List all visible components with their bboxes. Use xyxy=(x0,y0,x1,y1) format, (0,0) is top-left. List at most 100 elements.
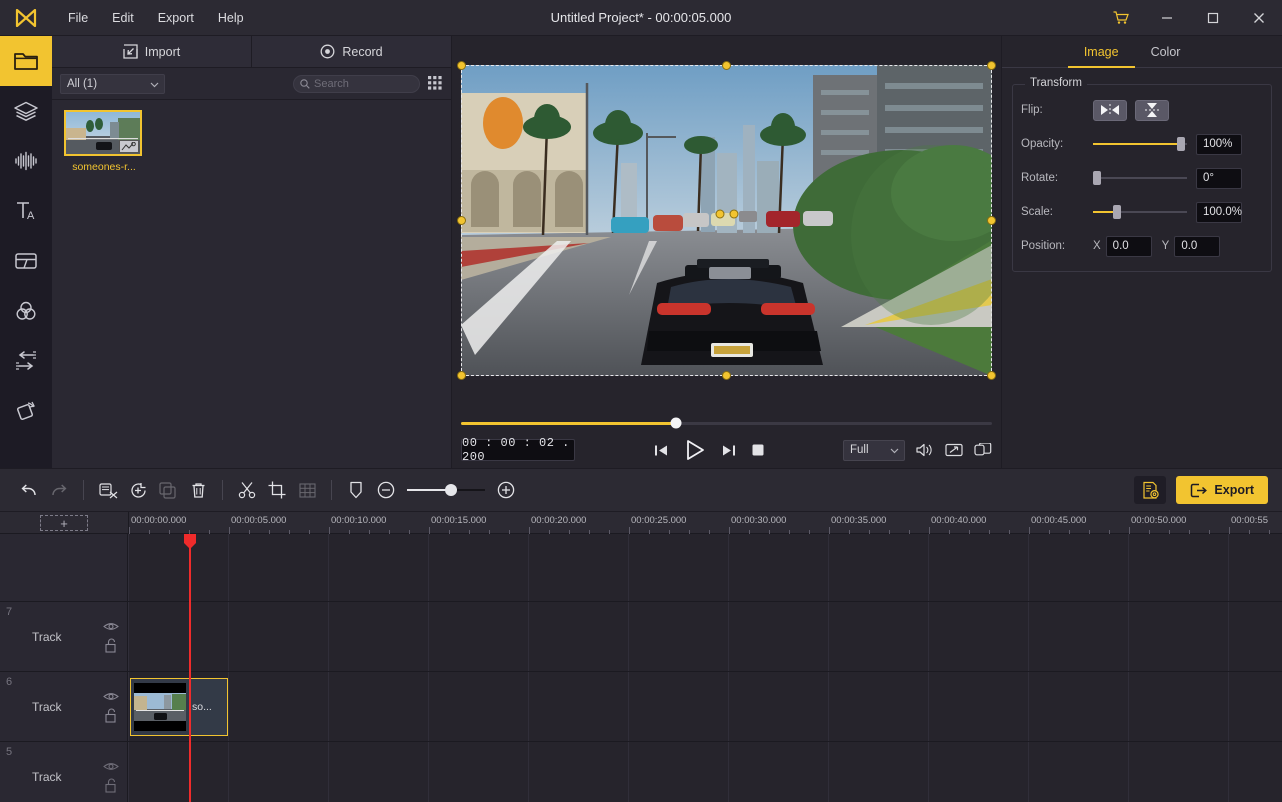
minimize-icon[interactable] xyxy=(1144,0,1190,36)
track-header-5[interactable]: 5 Track xyxy=(0,742,128,802)
timeline-gridline xyxy=(1028,672,1029,741)
undo-button[interactable] xyxy=(14,475,44,505)
track-header-blank xyxy=(0,534,128,601)
grid-button[interactable] xyxy=(292,475,322,505)
rotate-row: Rotate: 0° xyxy=(1021,165,1263,191)
timeline-gridline xyxy=(1228,602,1229,671)
track-body-blank[interactable] xyxy=(128,534,1282,601)
fullscreen-icon[interactable] xyxy=(945,443,963,457)
cut-button[interactable] xyxy=(232,475,262,505)
redo-button[interactable] xyxy=(44,475,74,505)
unlock-icon[interactable] xyxy=(104,778,118,793)
sidebar-item-audio[interactable] xyxy=(0,136,52,186)
menu-item-edit[interactable]: Edit xyxy=(102,7,144,29)
marker-button[interactable] xyxy=(341,475,371,505)
duplicate-button[interactable] xyxy=(153,475,183,505)
position-x-field[interactable]: 0.0 xyxy=(1105,235,1152,257)
rotate-value[interactable]: 0° xyxy=(1196,167,1242,189)
scale-value[interactable]: 100.0% xyxy=(1196,201,1242,223)
volume-icon[interactable] xyxy=(916,442,934,458)
scale-slider[interactable] xyxy=(1093,205,1187,219)
split-button[interactable] xyxy=(93,475,123,505)
timeline-gridline xyxy=(1228,672,1229,741)
timeline-gridline xyxy=(728,602,729,671)
track-body-7[interactable] xyxy=(128,602,1282,671)
scale-slider-knob[interactable] xyxy=(1112,205,1121,219)
cart-icon[interactable] xyxy=(1098,0,1144,36)
sidebar-item-text[interactable]: A xyxy=(0,186,52,236)
sidebar-item-motion[interactable] xyxy=(0,386,52,436)
flip-vertical-icon[interactable] xyxy=(1135,99,1169,121)
eye-icon[interactable] xyxy=(103,621,119,632)
zoom-out-icon[interactable] xyxy=(371,475,401,505)
position-y-label: Y xyxy=(1161,240,1170,252)
tab-image[interactable]: Image xyxy=(1067,36,1135,68)
stop-icon[interactable] xyxy=(751,443,765,457)
position-y-field[interactable]: 0.0 xyxy=(1174,235,1221,257)
rotate-slider[interactable] xyxy=(1093,171,1187,185)
opacity-label: Opacity: xyxy=(1021,138,1064,150)
timeline-gridline xyxy=(228,602,229,671)
zoom-slider-knob[interactable] xyxy=(444,484,457,496)
add-clip-button[interactable] xyxy=(123,475,153,505)
track-header-6[interactable]: 6 Track xyxy=(0,672,128,741)
unlock-icon[interactable] xyxy=(104,638,118,653)
close-icon[interactable] xyxy=(1236,0,1282,36)
track-body-5[interactable] xyxy=(128,742,1282,802)
ruler-tick-major xyxy=(1229,527,1230,534)
timeline-gridline xyxy=(328,602,329,671)
timeline-gridline xyxy=(828,672,829,741)
timeline-gridline xyxy=(728,534,729,601)
sidebar-item-effects[interactable] xyxy=(0,86,52,136)
preview-options: Full xyxy=(843,439,992,461)
detach-window-icon[interactable] xyxy=(974,443,992,457)
tab-record[interactable]: Record xyxy=(251,36,451,67)
video-clip-icon xyxy=(119,140,139,153)
search-input[interactable] xyxy=(314,77,413,90)
unlock-icon[interactable] xyxy=(104,708,118,723)
step-backward-icon[interactable] xyxy=(654,443,669,458)
preview-progress-bar[interactable] xyxy=(461,417,992,429)
preview-timecode[interactable]: 00 : 00 : 02 . 200 xyxy=(461,436,575,464)
timeline-clip[interactable]: so... xyxy=(130,678,228,736)
play-icon[interactable] xyxy=(684,439,706,461)
timeline-ruler[interactable]: 00:00:00.000 00:00:05.000 00:00:10.000 00:0… xyxy=(128,512,1282,534)
opacity-slider-knob[interactable] xyxy=(1176,137,1185,151)
timeline-gridline xyxy=(1228,742,1229,802)
preview-video-frame xyxy=(461,65,992,376)
track-body-6[interactable]: so... xyxy=(128,672,1282,741)
tab-color[interactable]: Color xyxy=(1135,36,1197,67)
maximize-icon[interactable] xyxy=(1190,0,1236,36)
timeline-gridline xyxy=(1028,534,1029,601)
preview-progress-knob[interactable] xyxy=(670,417,682,429)
timeline-zoom-slider[interactable] xyxy=(407,483,485,497)
opacity-value[interactable]: 100% xyxy=(1196,133,1242,155)
menu-item-export[interactable]: Export xyxy=(148,7,204,29)
flip-horizontal-icon[interactable] xyxy=(1093,99,1127,121)
step-forward-icon[interactable] xyxy=(721,443,736,458)
menu-item-help[interactable]: Help xyxy=(208,7,254,29)
export-button[interactable]: Export xyxy=(1176,476,1268,504)
delete-button[interactable] xyxy=(183,475,213,505)
zoom-in-icon[interactable] xyxy=(491,475,521,505)
sidebar-item-transitions[interactable] xyxy=(0,336,52,386)
project-settings-icon[interactable] xyxy=(1134,476,1167,504)
add-track-button[interactable]: + xyxy=(40,515,88,531)
eye-icon[interactable] xyxy=(103,691,119,702)
sidebar-item-media-library[interactable] xyxy=(0,36,52,86)
eye-icon[interactable] xyxy=(103,761,119,772)
sidebar-item-overlays[interactable] xyxy=(0,236,52,286)
track-header-7[interactable]: 7 Track xyxy=(0,602,128,671)
sidebar-item-color[interactable] xyxy=(0,286,52,336)
media-asset-item[interactable]: someones-r... xyxy=(64,110,144,173)
search-input-wrapper[interactable] xyxy=(293,74,420,93)
crop-button[interactable] xyxy=(262,475,292,505)
media-filter-dropdown[interactable]: All (1) xyxy=(60,73,165,94)
rotate-slider-knob[interactable] xyxy=(1093,171,1101,185)
preview-quality-dropdown[interactable]: Full xyxy=(843,439,905,461)
menu-item-file[interactable]: File xyxy=(58,7,98,29)
tab-import[interactable]: Import xyxy=(52,36,251,67)
opacity-slider[interactable] xyxy=(1093,137,1187,151)
grid-view-icon[interactable] xyxy=(428,76,443,91)
toolbar-right-group: Export xyxy=(1134,476,1268,504)
